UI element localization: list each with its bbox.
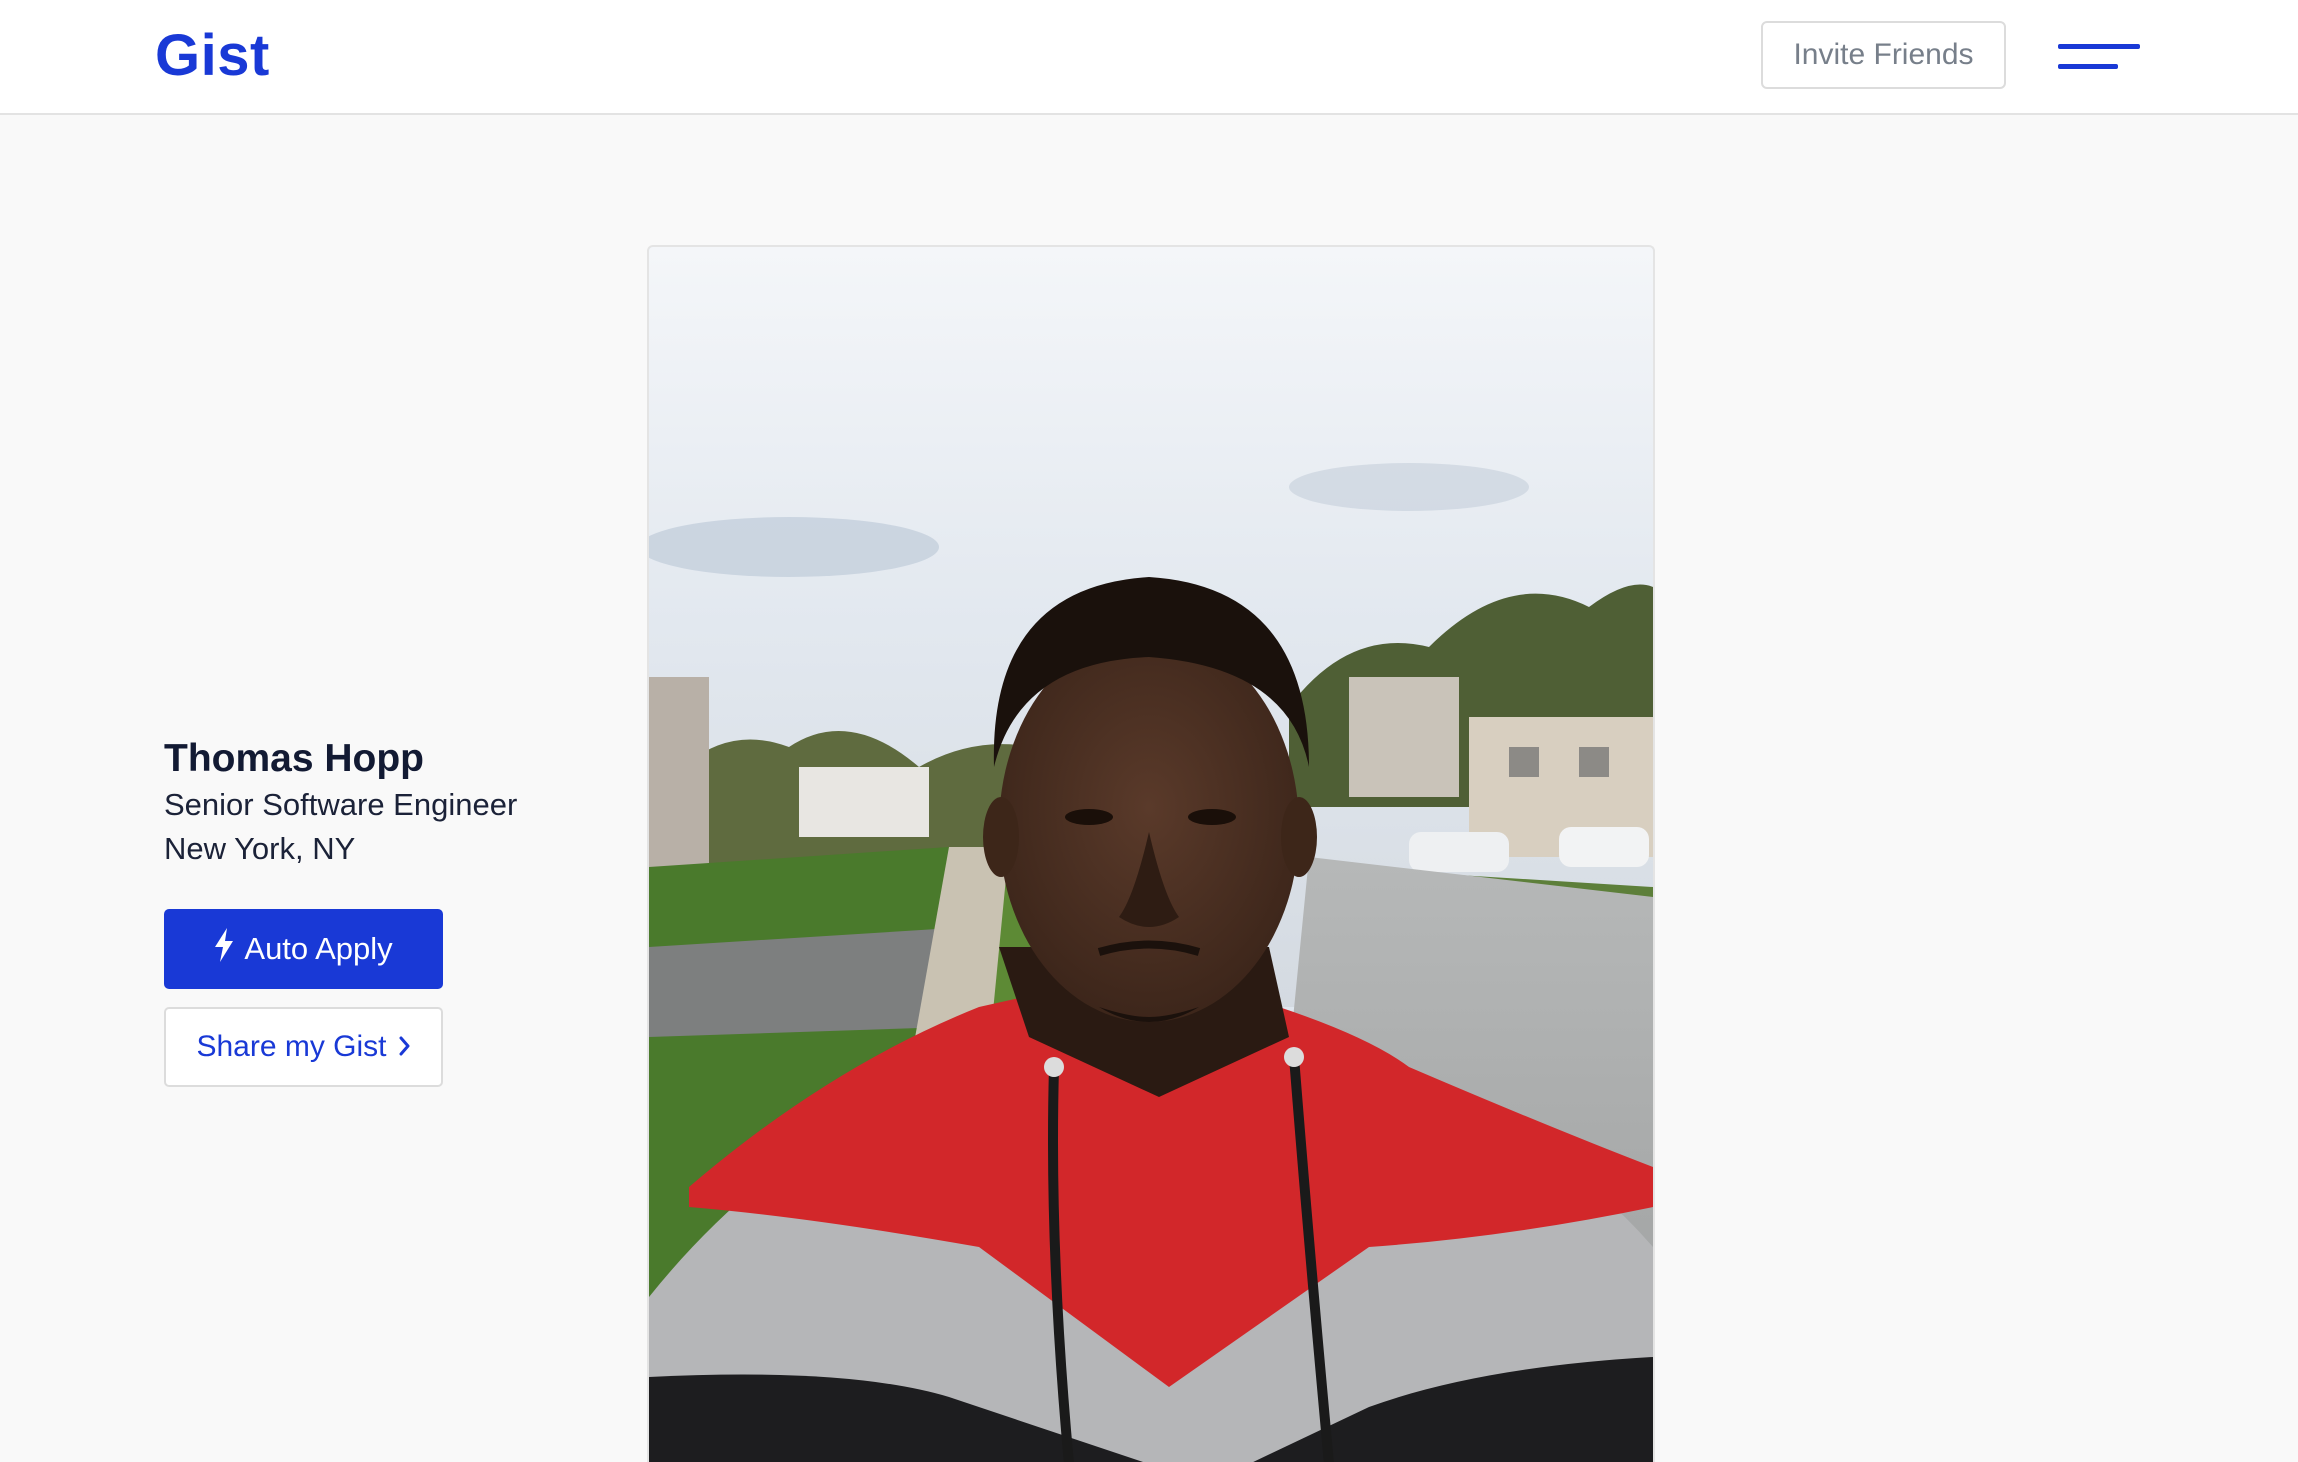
menu-bar-bottom — [2058, 64, 2118, 69]
auto-apply-button[interactable]: Auto Apply — [164, 909, 443, 989]
chevron-right-icon — [399, 1030, 411, 1064]
profile-location: New York, NY — [164, 831, 356, 866]
auto-apply-label: Auto Apply — [244, 931, 393, 966]
profile-name: Thomas Hopp — [164, 737, 424, 780]
top-navigation-bar: Gist Invite Friends — [0, 0, 2298, 115]
share-my-gist-button[interactable]: Share my Gist — [164, 1007, 443, 1087]
invite-friends-button[interactable]: Invite Friends — [1761, 21, 2006, 89]
share-my-gist-label: Share my Gist — [196, 1030, 387, 1063]
profile-photo-image — [649, 247, 1653, 1462]
profile-photo — [647, 245, 1655, 1462]
lightning-bolt-icon — [214, 928, 234, 970]
hamburger-menu-icon[interactable] — [2058, 40, 2142, 76]
profile-summary: Thomas Hopp Senior Software Engineer New… — [164, 735, 604, 1087]
gist-logo[interactable]: Gist — [155, 20, 270, 92]
profile-job-title: Senior Software Engineer — [164, 787, 518, 822]
menu-bar-top — [2058, 44, 2140, 49]
